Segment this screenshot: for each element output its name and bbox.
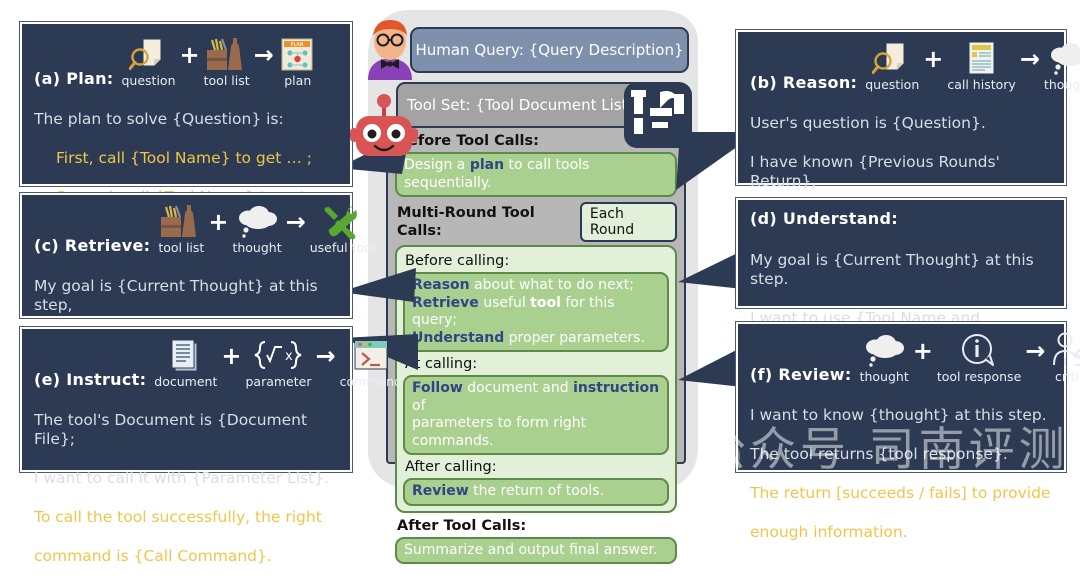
svg-text:PLAN: PLAN xyxy=(290,42,303,48)
panel-instruct-body: The tool's Document is {Document File}; … xyxy=(34,391,340,586)
icon-parameter: x parameter xyxy=(245,336,311,389)
command-terminal-icon xyxy=(352,336,390,374)
panel-understand-title: (d) Understand: xyxy=(750,209,898,228)
icon-call-history: call history xyxy=(947,39,1015,92)
icon-thought: thought xyxy=(232,202,281,255)
question-magnifier-icon xyxy=(872,39,912,77)
panel-review-title: (f) Review: xyxy=(750,365,852,384)
human-query-text: Human Query: {Query Description} xyxy=(415,41,683,59)
panel-reason: (b) Reason: question + xyxy=(736,30,1066,185)
at-calling-box: Follow document and instruction of param… xyxy=(403,375,669,455)
panel-review: (f) Review: thought xyxy=(736,322,1066,472)
panel-reason-title: (b) Reason: xyxy=(750,73,857,92)
arrow-right-icon: → xyxy=(314,337,336,375)
panel-understand: (d) Understand: My goal is {Current Thou… xyxy=(736,198,1066,308)
before-calling-label: Before calling: xyxy=(405,252,669,270)
thought-cloud-icon xyxy=(1046,39,1080,77)
icon-thought: thought xyxy=(860,331,909,384)
panel-review-body: I want to know {thought} at this step. T… xyxy=(750,386,1054,562)
icon-caption: thought xyxy=(860,370,909,384)
multi-round-label: Multi-Round Tool Calls: xyxy=(397,204,572,240)
plan-keyword: plan xyxy=(470,157,504,173)
icon-caption: critic xyxy=(1055,370,1080,384)
useful-tool-icon xyxy=(322,202,362,240)
critic-judge-icon xyxy=(1049,331,1080,369)
diagram-canvas: Before Tool Calls: Design a plan to call… xyxy=(0,0,1080,501)
panel-retrieve: (c) Retrieve: tool list xyxy=(20,193,352,318)
toolbox-icon xyxy=(618,78,698,150)
question-magnifier-icon xyxy=(129,35,169,73)
icon-tool-response: tool response xyxy=(937,331,1021,384)
icon-caption: document xyxy=(154,375,217,389)
icon-caption: question xyxy=(122,74,176,88)
icon-thought: thought xyxy=(1044,39,1080,92)
human-query-bubble: Human Query: {Query Description} xyxy=(410,27,689,73)
before-calling-box: Reason about what to do next; Retrieve u… xyxy=(403,272,669,352)
after-calling-box: Review the return of tools. xyxy=(403,478,669,506)
icon-question-magnifier: question xyxy=(122,35,176,88)
thought-cloud-icon xyxy=(861,331,907,369)
toolbox-list-icon xyxy=(159,202,203,240)
icon-caption: thought xyxy=(232,241,281,255)
icon-caption: plan xyxy=(284,74,311,88)
icon-useful-tool: useful tool xyxy=(310,202,376,255)
panel-instruct: (e) Instruct: document + xyxy=(20,327,352,472)
icon-tool-list: tool list xyxy=(204,35,250,88)
tool-set-bubble: Tool Set: {Tool Document List} xyxy=(396,82,648,128)
arrow-right-icon: → xyxy=(1019,40,1041,78)
icon-caption: command xyxy=(340,375,402,389)
call-history-icon xyxy=(963,39,1001,77)
svg-text:x: x xyxy=(285,349,293,364)
robot-avatar-icon xyxy=(348,88,420,164)
each-round-container: Before calling: Reason about what to do … xyxy=(395,245,677,513)
arrow-right-icon: → xyxy=(253,36,275,74)
icon-caption: useful tool xyxy=(310,241,376,255)
each-round-badge: Each Round xyxy=(580,202,677,242)
plus-icon: + xyxy=(179,36,201,74)
icon-caption: tool list xyxy=(158,241,204,255)
icon-tool-list: tool list xyxy=(158,202,204,255)
before-tool-calls-box: Design a plan to call tools sequentially… xyxy=(395,152,677,197)
icon-critic: critic xyxy=(1049,331,1080,384)
plus-icon: + xyxy=(220,337,242,375)
document-stack-icon xyxy=(167,336,205,374)
icon-caption: parameter xyxy=(245,375,311,389)
wechat-icon xyxy=(700,436,740,476)
plan-document-icon: PLAN xyxy=(278,35,318,73)
icon-caption: tool response xyxy=(937,370,1021,384)
toolbox-list-icon xyxy=(205,35,249,73)
tool-set-text: Tool Set: {Tool Document List} xyxy=(407,96,637,114)
at-calling-label: At calling: xyxy=(405,355,669,373)
tool-response-info-icon xyxy=(959,331,999,369)
icon-question-magnifier: question xyxy=(865,39,919,92)
plus-icon: + xyxy=(922,40,944,78)
human-avatar-icon xyxy=(360,14,420,80)
after-tool-calls-label: After Tool Calls: xyxy=(397,517,677,535)
thought-cloud-icon xyxy=(234,202,280,240)
icon-plan: PLAN plan xyxy=(278,35,318,88)
after-calling-label: After calling: xyxy=(405,458,669,476)
icon-caption: call history xyxy=(947,78,1015,92)
plus-icon: + xyxy=(207,203,229,241)
icon-document: document xyxy=(154,336,217,389)
panel-instruct-title: (e) Instruct: xyxy=(34,370,146,389)
parameter-brace-icon: x xyxy=(253,336,303,374)
panel-plan: (a) Plan: question + xyxy=(20,22,352,186)
after-tool-calls-box: Summarize and output final answer. xyxy=(395,537,677,565)
arrow-right-icon: → xyxy=(1024,332,1046,370)
center-prompt-card: Before Tool Calls: Design a plan to call… xyxy=(386,124,686,464)
icon-caption: question xyxy=(865,78,919,92)
icon-caption: thought xyxy=(1044,78,1080,92)
plus-icon: + xyxy=(912,332,934,370)
icon-caption: tool list xyxy=(204,74,250,88)
arrow-right-icon: → xyxy=(285,203,307,241)
panel-plan-title: (a) Plan: xyxy=(34,69,114,88)
panel-retrieve-title: (c) Retrieve: xyxy=(34,236,150,255)
icon-command: command xyxy=(340,336,402,389)
